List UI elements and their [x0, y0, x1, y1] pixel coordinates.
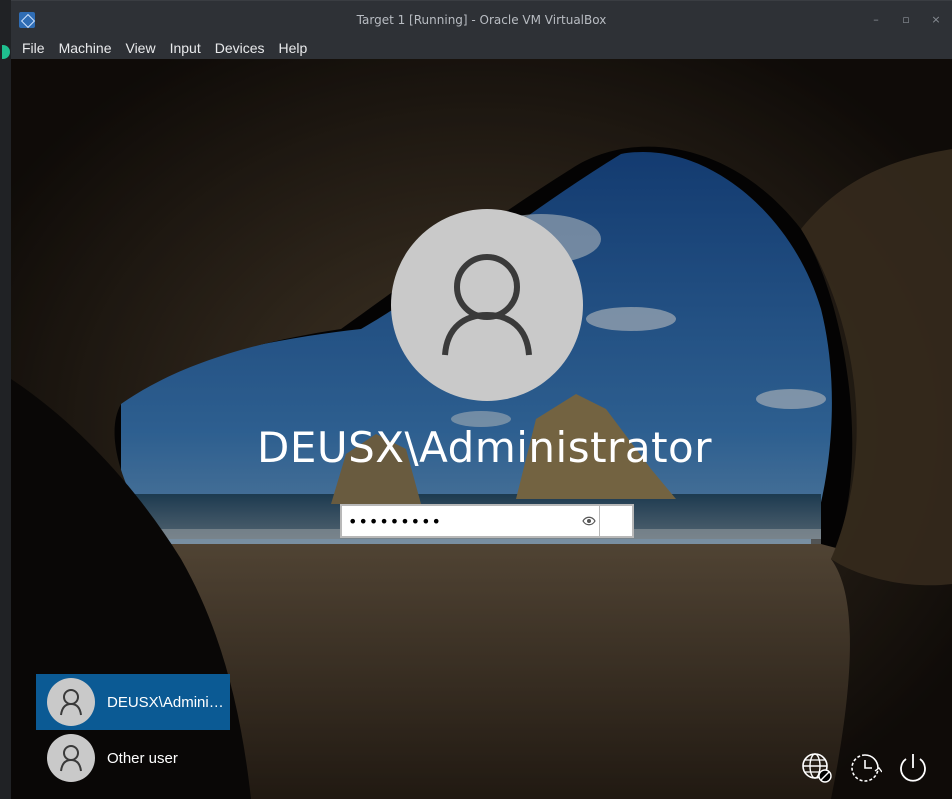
menu-machine[interactable]: Machine [59, 40, 112, 56]
arrow-right-icon [609, 515, 624, 527]
password-field[interactable] [340, 504, 634, 538]
window-title: Target 1 [Running] - Oracle VM VirtualBo… [356, 13, 607, 27]
user-avatar-small [47, 678, 95, 726]
power-icon[interactable] [896, 751, 930, 785]
menu-file[interactable]: File [22, 40, 45, 56]
host-indicator [2, 45, 10, 59]
user-avatar-small [47, 734, 95, 782]
menu-view[interactable]: View [125, 40, 155, 56]
submit-button[interactable] [599, 506, 632, 536]
menu-bar: File Machine View Input Devices Help [11, 36, 952, 59]
ease-of-access-icon[interactable] [848, 751, 882, 785]
user-icon [60, 689, 82, 716]
virtualbox-window: Target 1 [Running] - Oracle VM VirtualBo… [11, 0, 952, 799]
user-avatar-large [391, 209, 583, 401]
user-tile-administrator[interactable]: DEUSX\Admini… [36, 674, 230, 730]
vm-display[interactable]: DEUSX\Administrator ••••••••• DEUSX\Admi… [11, 59, 952, 799]
window-controls: – ▫ × [870, 13, 942, 26]
password-input[interactable] [348, 510, 578, 532]
login-username: DEUSX\Administrator [256, 423, 712, 472]
system-icons [800, 751, 930, 785]
eye-icon[interactable] [582, 515, 596, 527]
maximize-button[interactable]: ▫ [900, 13, 912, 26]
menu-devices[interactable]: Devices [215, 40, 265, 56]
menu-input[interactable]: Input [170, 40, 201, 56]
close-button[interactable]: × [930, 13, 942, 26]
user-tile-other-user[interactable]: Other user [36, 730, 230, 786]
menu-help[interactable]: Help [279, 40, 308, 56]
user-icon [442, 254, 532, 356]
title-bar[interactable]: Target 1 [Running] - Oracle VM VirtualBo… [11, 0, 952, 37]
user-icon [60, 745, 82, 772]
network-icon[interactable] [800, 751, 834, 785]
user-tile-name: Other user [107, 749, 178, 767]
user-tile-name: DEUSX\Admini… [107, 693, 224, 711]
user-list: DEUSX\Admini… Other user [36, 674, 230, 786]
host-desktop-strip [0, 0, 11, 799]
minimize-button[interactable]: – [870, 13, 882, 26]
